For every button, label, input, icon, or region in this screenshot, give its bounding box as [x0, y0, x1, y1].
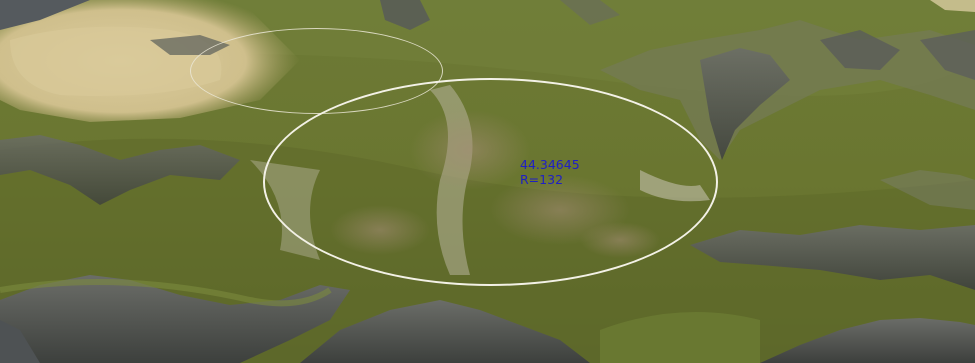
brush-readout: 44.34645 R=132 [520, 157, 580, 187]
brush-radius-ring[interactable] [263, 78, 718, 286]
brush-height-value: 44.34645 [520, 157, 580, 172]
terrain-viewport[interactable]: 44.34645 R=132 [0, 0, 975, 363]
brush-radius-value: R=132 [520, 172, 564, 187]
